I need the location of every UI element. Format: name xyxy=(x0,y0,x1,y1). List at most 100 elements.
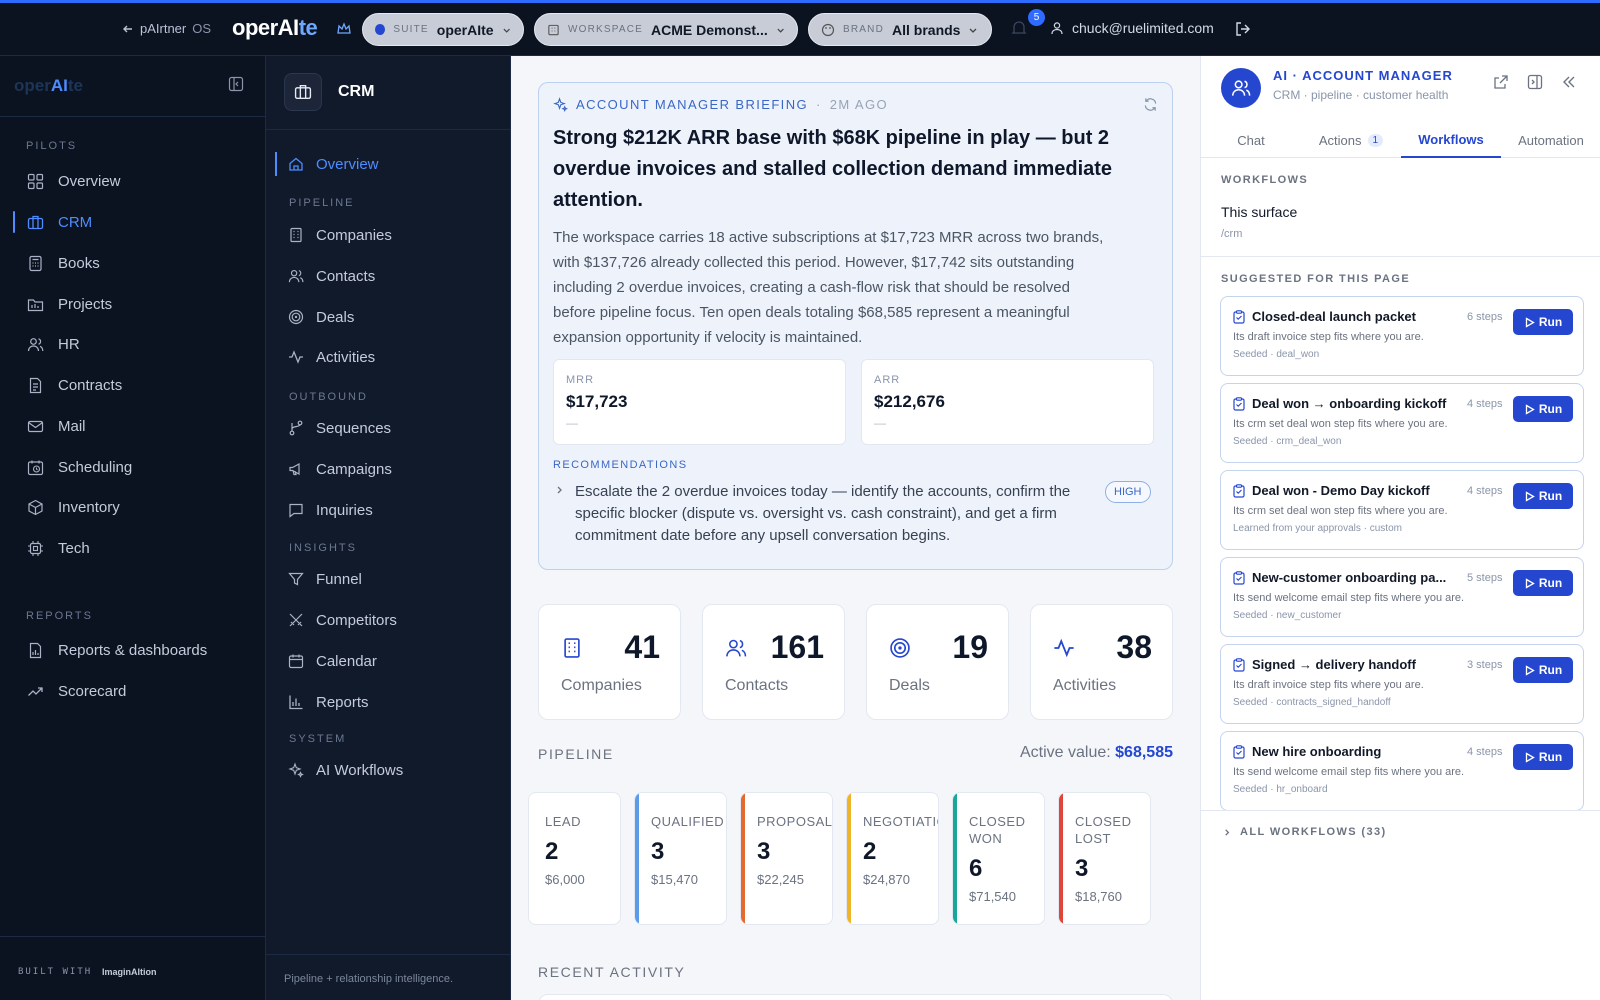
refresh-icon xyxy=(1144,98,1157,111)
subnav-item-sequences[interactable]: Sequences xyxy=(266,412,511,444)
refresh-briefing-button[interactable] xyxy=(1143,97,1158,112)
notification-count-badge: 5 xyxy=(1028,9,1045,26)
chevron-right-icon[interactable] xyxy=(555,485,565,495)
pipeline-stage-card[interactable]: CLOSED WON 6 $71,540 xyxy=(952,792,1045,925)
user-icon xyxy=(1051,22,1063,35)
folder-icon xyxy=(27,298,44,311)
sidebar-item-projects[interactable]: Projects xyxy=(0,287,266,321)
run-label: Run xyxy=(1538,663,1563,677)
run-workflow-button[interactable]: Run xyxy=(1513,396,1573,422)
run-workflow-button[interactable]: Run xyxy=(1513,483,1573,509)
subnav-item-reports[interactable]: Reports xyxy=(266,686,511,718)
built-with-brand[interactable]: ImaginAItion xyxy=(102,967,157,977)
pipeline-stage-card[interactable]: LEAD 2 $6,000 xyxy=(528,792,621,925)
sidebar-item-overview[interactable]: Overview xyxy=(0,164,266,198)
subnav-item-overview[interactable]: Overview xyxy=(266,148,511,180)
brand-selector[interactable]: BRAND All brands xyxy=(808,13,992,46)
run-workflow-button[interactable]: Run xyxy=(1513,744,1573,770)
subnav-item-calendar[interactable]: Calendar xyxy=(266,645,511,677)
pipeline-stage-card[interactable]: PROPOSAL 3 $22,245 xyxy=(740,792,833,925)
back-link-label: pAIrtner xyxy=(140,21,187,36)
calendar-icon xyxy=(288,654,304,669)
workflow-steps: 4 steps xyxy=(1467,398,1503,410)
home-icon xyxy=(289,157,303,171)
workspace-selector[interactable]: WORKSPACE ACME Demonst... xyxy=(534,13,798,46)
app-logo[interactable]: operAIte xyxy=(232,15,318,41)
workflow-card[interactable]: Deal won - Demo Day kickoff 4 steps Its cr… xyxy=(1220,470,1584,550)
subnav-item-deals[interactable]: Deals xyxy=(266,301,511,333)
subnav-item-contacts[interactable]: Contacts xyxy=(266,260,511,292)
logo-main-text: operAI xyxy=(232,15,299,40)
subnav-item-activities[interactable]: Activities xyxy=(266,341,511,373)
tab-workflows[interactable]: Workflows xyxy=(1401,122,1501,158)
external-link-button[interactable] xyxy=(1493,74,1509,90)
sidebar-collapse-button[interactable] xyxy=(228,76,244,92)
sidebar-item-inventory[interactable]: Inventory xyxy=(0,490,266,524)
all-workflows-toggle[interactable]: ALL WORKFLOWS (33) xyxy=(1223,826,1387,838)
pipeline-section-label: PIPELINE xyxy=(538,746,614,762)
logout-button[interactable] xyxy=(1234,20,1252,38)
sidebar-item-scorecard[interactable]: Scorecard xyxy=(0,674,266,708)
sidebar-item-reports-dashboards[interactable]: Reports & dashboards xyxy=(0,633,266,667)
sidebar-item-crm[interactable]: CRM xyxy=(0,205,266,239)
briefing-header: ACCOUNT MANAGER BRIEFING · 2M AGO xyxy=(553,97,888,112)
recommendation-text[interactable]: Escalate the 2 overdue invoices today — … xyxy=(575,481,1095,547)
workflow-card[interactable]: Closed-deal launch packet 6 steps Its draf… xyxy=(1220,296,1584,376)
contacts-stat-card[interactable]: 161 Contacts xyxy=(702,604,845,720)
workflow-card[interactable]: Deal won → onboarding kickoff 4 steps Its … xyxy=(1220,383,1584,463)
workflow-description: Its crm set deal won step fits where you… xyxy=(1233,505,1448,517)
active-value-label: Active value: xyxy=(1019,744,1111,761)
sidebar-item-contracts[interactable]: Contracts xyxy=(0,368,266,402)
subnav-item-companies[interactable]: Companies xyxy=(266,219,511,251)
arr-metric-card: ARR $212,676 — xyxy=(861,359,1154,445)
subnav-item-campaigns[interactable]: Campaigns xyxy=(266,453,511,485)
workflow-source: Seeded · deal_won xyxy=(1233,349,1320,360)
notifications-button[interactable]: 5 xyxy=(1010,9,1045,37)
subnav-item-label: Campaigns xyxy=(316,460,392,478)
metric-value: $212,676 xyxy=(874,392,945,411)
tab-automation[interactable]: Automation xyxy=(1501,122,1600,158)
subnav-item-ai-workflows[interactable]: AI Workflows xyxy=(266,754,511,786)
tab-chat[interactable]: Chat xyxy=(1201,122,1301,158)
sidebar-item-books[interactable]: Books xyxy=(0,246,266,280)
subnav-item-funnel[interactable]: Funnel xyxy=(266,563,511,595)
stat-number: 19 xyxy=(952,629,988,665)
deals-stat-card[interactable]: 19 Deals xyxy=(866,604,1009,720)
workflow-title: Signed → delivery handoff xyxy=(1252,657,1416,672)
swords-icon xyxy=(289,613,303,627)
back-to-partner-link[interactable]: pAIrtner OS xyxy=(122,21,211,36)
sidebar-item-hr[interactable]: HR xyxy=(0,327,266,361)
sidebar-item-tech[interactable]: Tech xyxy=(0,531,266,565)
subnav-item-inquiries[interactable]: Inquiries xyxy=(266,494,511,526)
tab-actions[interactable]: Actions 1 xyxy=(1301,122,1401,158)
document-icon xyxy=(29,377,42,393)
crown-icon[interactable] xyxy=(336,21,352,37)
run-workflow-button[interactable]: Run xyxy=(1513,570,1573,596)
pipeline-stage-card[interactable]: CLOSED LOST 3 $18,760 xyxy=(1058,792,1151,925)
pipeline-stage-card[interactable]: QUALIFIED 3 $15,470 xyxy=(634,792,727,925)
sidebar-item-mail[interactable]: Mail xyxy=(0,409,266,443)
subnav-item-label: Contacts xyxy=(316,267,376,285)
workflow-card[interactable]: Signed → delivery handoff 3 steps Its draf… xyxy=(1220,644,1584,724)
stage-name: NEGOTIATION xyxy=(863,814,938,829)
target-icon xyxy=(890,638,910,658)
run-workflow-button[interactable]: Run xyxy=(1513,657,1573,683)
sidebar-logo[interactable]: operAIte xyxy=(14,76,83,96)
workflow-card[interactable]: New hire onboarding 4 steps Its send welco… xyxy=(1220,731,1584,811)
run-workflow-button[interactable]: Run xyxy=(1513,309,1573,335)
subnav-item-competitors[interactable]: Competitors xyxy=(266,604,511,636)
dock-panel-button[interactable] xyxy=(1527,74,1543,90)
sidebar-item-scheduling[interactable]: Scheduling xyxy=(0,450,266,484)
metric-value: $17,723 xyxy=(566,392,628,411)
building-icon xyxy=(290,227,302,243)
account-manager-briefing-card: ACCOUNT MANAGER BRIEFING · 2M AGO Strong… xyxy=(538,82,1173,570)
workflow-description: Its send welcome email step fits where y… xyxy=(1233,766,1465,778)
workflow-card[interactable]: New-customer onboarding pa... 5 steps Its … xyxy=(1220,557,1584,637)
collapse-panel-button[interactable] xyxy=(1561,74,1577,90)
companies-stat-card[interactable]: 41 Companies xyxy=(538,604,681,720)
pipeline-stage-card[interactable]: NEGOTIATION 2 $24,870 xyxy=(846,792,939,925)
suite-selector[interactable]: SUITE operAIte xyxy=(362,13,524,46)
activities-stat-card[interactable]: 38 Activities xyxy=(1030,604,1173,720)
user-menu[interactable]: chuck@ruelimited.com xyxy=(1050,20,1214,36)
tab-label: Chat xyxy=(1237,132,1265,148)
